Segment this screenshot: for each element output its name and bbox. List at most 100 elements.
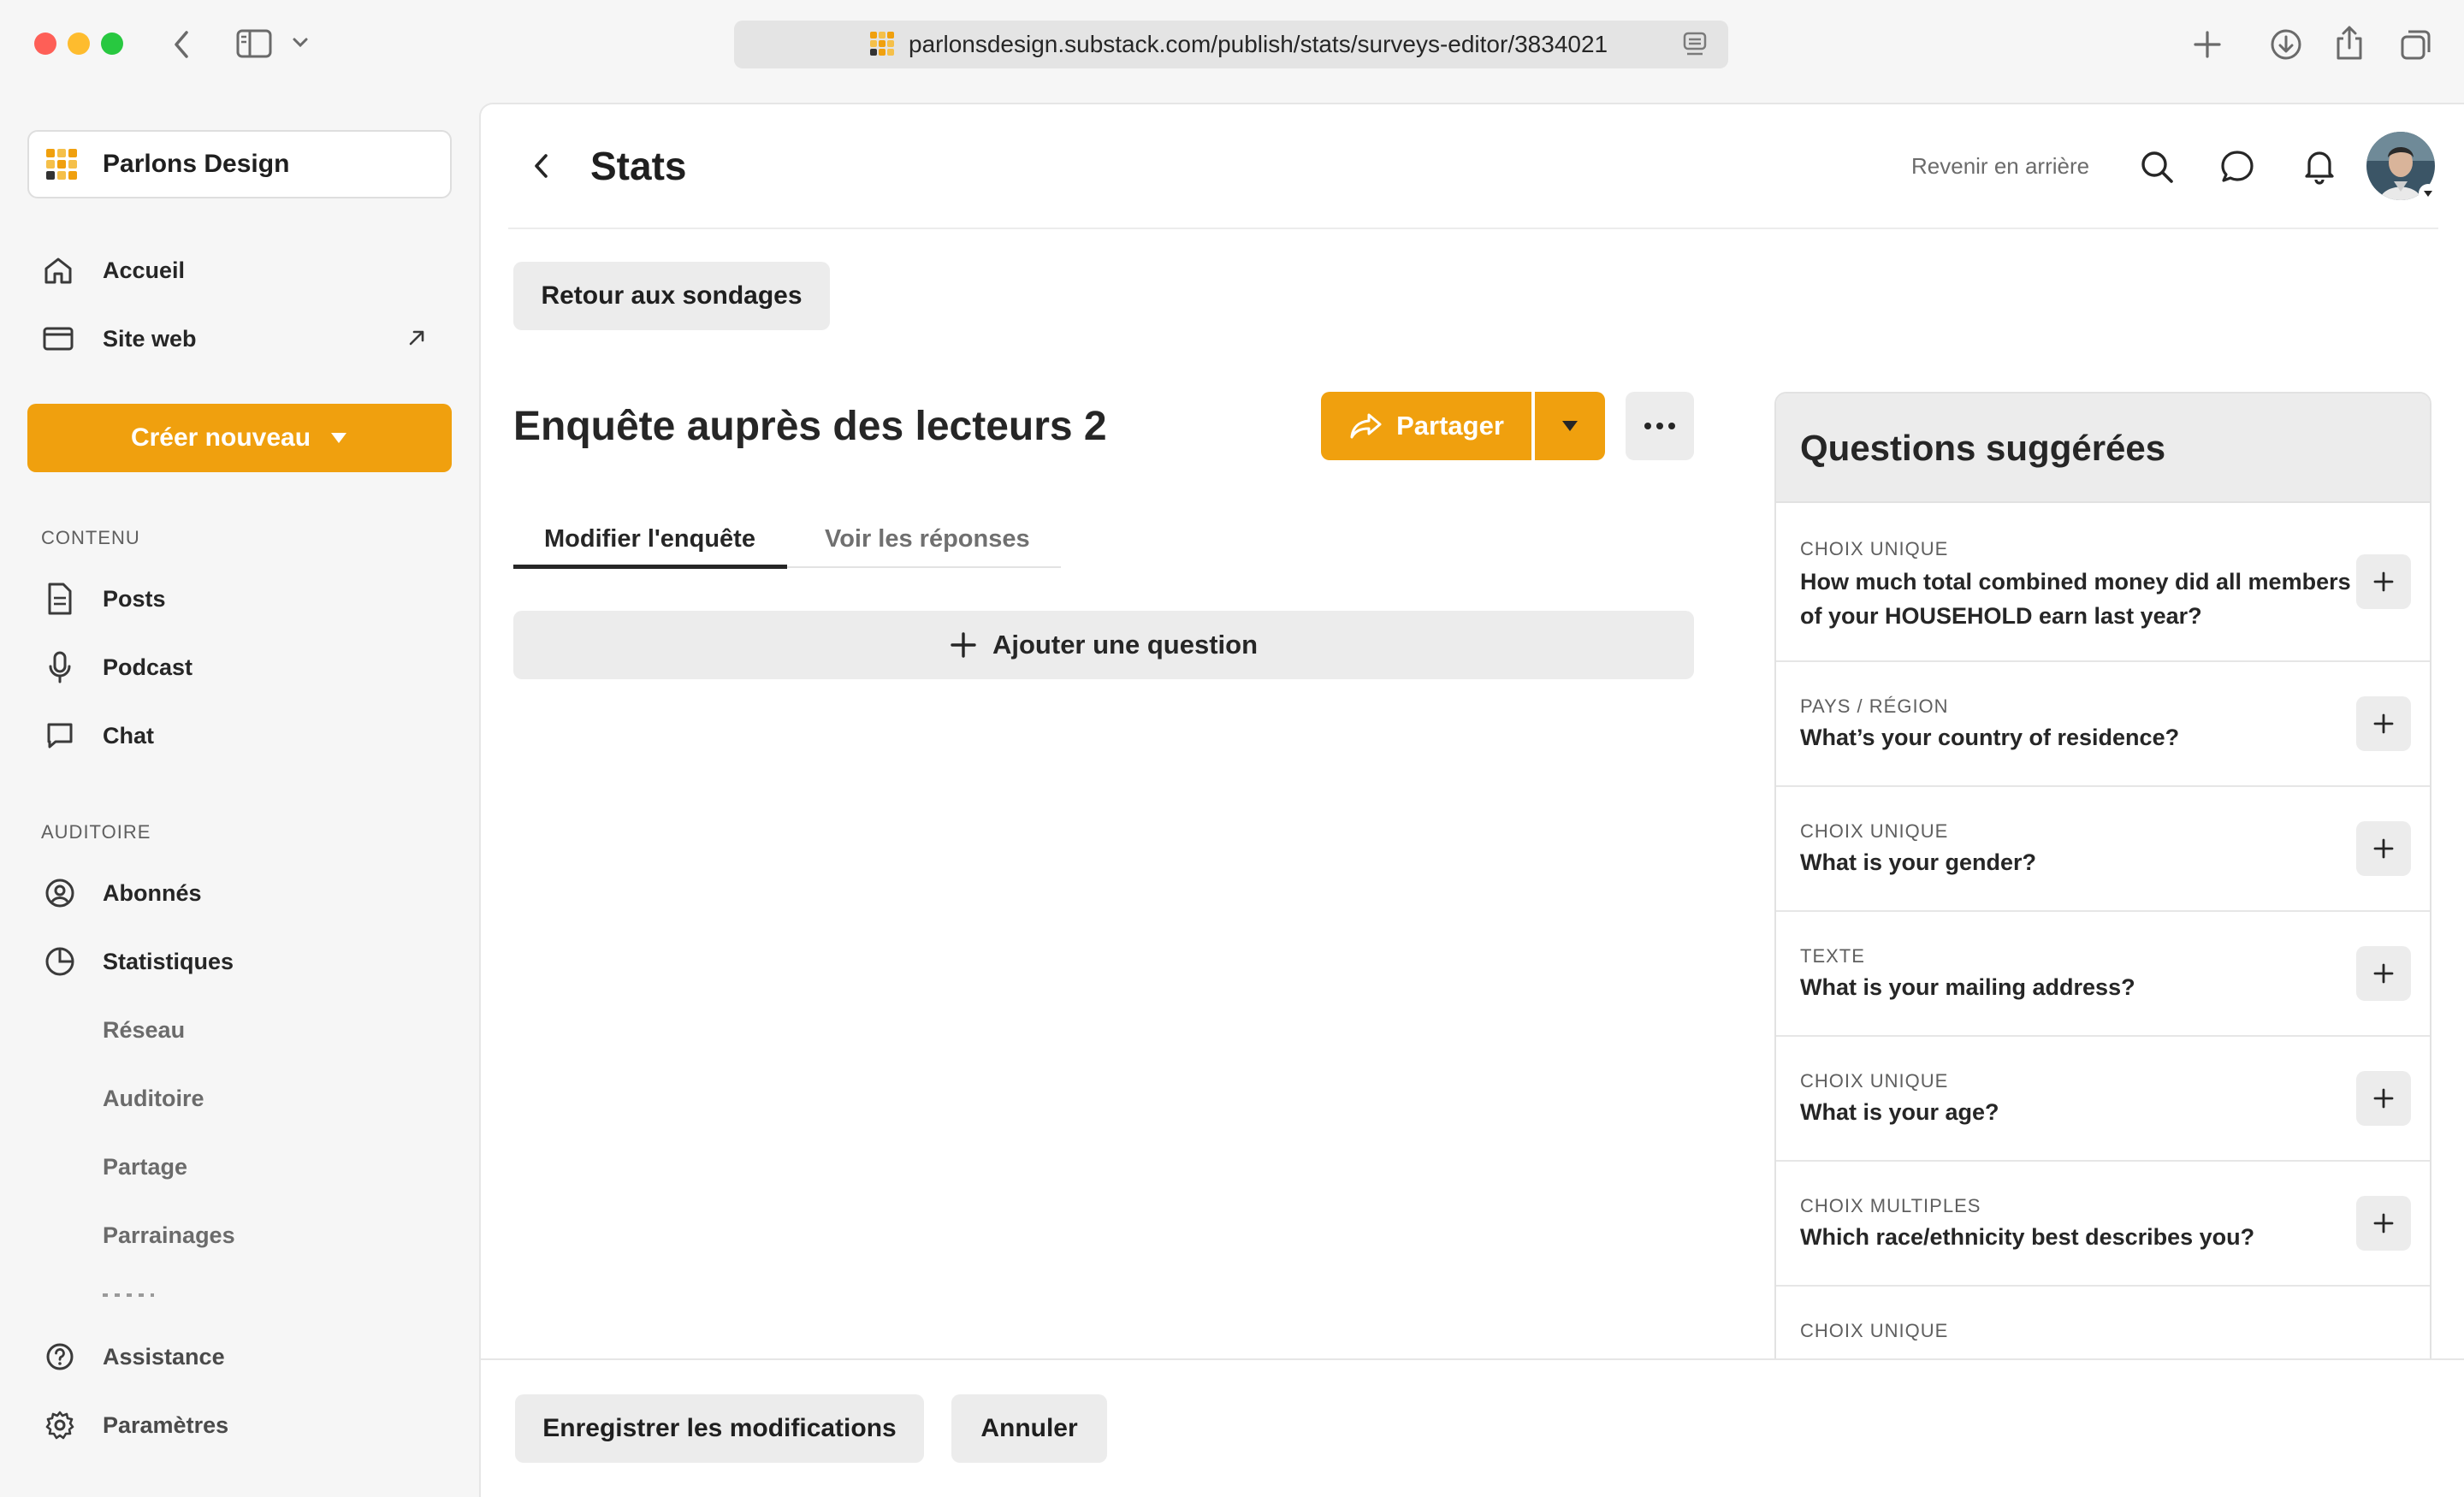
question-type: TEXTE — [1800, 945, 1865, 967]
section-label-audience: AUDITOIRE — [41, 821, 151, 843]
more-horizontal-icon — [1644, 423, 1675, 429]
active-tab-indicator — [513, 565, 787, 569]
question-type: CHOIX UNIQUE — [1800, 1320, 1949, 1341]
search-icon[interactable] — [2139, 149, 2175, 185]
sidebar-item-subscribers[interactable]: Abonnés — [103, 878, 202, 908]
tab-overview-icon[interactable] — [2399, 27, 2433, 62]
header-divider — [508, 228, 2438, 229]
question-text: What’s your country of residence? — [1800, 725, 2180, 750]
suggested-question-item: CHOIX UNIQUE What is your gender? — [1776, 787, 2430, 912]
window-zoom-button[interactable] — [101, 33, 123, 55]
sidebar-item-statistics[interactable]: Statistiques — [103, 946, 234, 977]
window-close-button[interactable] — [34, 33, 56, 55]
sidebar-item-website[interactable]: Site web — [103, 323, 197, 354]
sidebar-subitem-audience[interactable]: Auditoire — [103, 1083, 204, 1114]
share-options-button[interactable] — [1535, 392, 1605, 460]
document-icon — [44, 582, 75, 616]
sidebar-item-support[interactable]: Assistance — [103, 1341, 225, 1372]
reader-mode-icon[interactable] — [1682, 31, 1708, 58]
suggested-question-item: CHOIX MULTIPLES Which race/ethnicity bes… — [1776, 1162, 2430, 1287]
bell-icon[interactable] — [2301, 147, 2337, 185]
back-to-surveys-button[interactable]: Retour aux sondages — [513, 262, 830, 330]
plus-icon — [2373, 1213, 2394, 1234]
home-icon — [41, 253, 75, 287]
create-new-button[interactable]: Créer nouveau — [27, 404, 452, 472]
downloads-icon[interactable] — [2269, 27, 2303, 62]
publication-logo — [44, 147, 79, 181]
cancel-button[interactable]: Annuler — [951, 1394, 1107, 1463]
suggested-question-item: PAYS / RÉGION What’s your country of res… — [1776, 662, 2430, 787]
caret-down-icon — [1562, 421, 1578, 431]
website-icon — [41, 323, 75, 354]
back-arrow-icon[interactable] — [529, 149, 554, 183]
add-question-label: Ajouter une question — [992, 630, 1258, 660]
add-suggested-question-button[interactable] — [2356, 946, 2411, 1001]
sidebar-item-chat[interactable]: Chat — [103, 720, 154, 751]
share-icon[interactable] — [2334, 24, 2365, 62]
chat-bubble-icon[interactable] — [2219, 149, 2255, 185]
sidebar-subitem-network[interactable]: Réseau — [103, 1015, 185, 1045]
sidebar-item-posts[interactable]: Posts — [103, 583, 166, 614]
question-text: How much total combined money did all me… — [1800, 569, 2351, 629]
new-tab-icon[interactable] — [2190, 27, 2224, 62]
add-question-button[interactable]: Ajouter une question — [513, 611, 1694, 679]
question-text: What is your age? — [1800, 1099, 1999, 1125]
add-suggested-question-button[interactable] — [2356, 821, 2411, 876]
external-link-icon[interactable] — [406, 327, 428, 349]
plus-icon — [951, 632, 976, 658]
add-suggested-question-button[interactable] — [2356, 1196, 2411, 1251]
share-arrow-icon — [1350, 413, 1382, 439]
page-title: Stats — [590, 144, 687, 188]
sidebar-item-home[interactable]: Accueil — [103, 255, 185, 286]
sidebar-toggle-icon[interactable] — [236, 29, 272, 58]
plus-icon — [2373, 838, 2394, 859]
chat-icon — [44, 720, 75, 751]
browser-back-icon[interactable] — [169, 27, 195, 62]
question-type: PAYS / RÉGION — [1800, 695, 1949, 717]
pie-chart-icon — [44, 946, 75, 977]
tab-edit-survey[interactable]: Modifier l'enquête — [544, 522, 755, 556]
sidebar-item-podcast[interactable]: Podcast — [103, 652, 192, 683]
share-button[interactable]: Partager — [1321, 392, 1531, 460]
survey-title: Enquête auprès des lecteurs 2 — [513, 404, 1107, 449]
sidebar-menu-chevron-icon[interactable] — [291, 36, 310, 50]
tab-view-responses[interactable]: Voir les réponses — [825, 522, 1030, 556]
suggested-question-item: CHOIX UNIQUE What is your age? — [1776, 1037, 2430, 1162]
question-type: CHOIX MULTIPLES — [1800, 1195, 1981, 1216]
site-favicon-icon — [868, 29, 897, 58]
plus-icon — [2373, 571, 2394, 592]
suggested-questions-panel: Questions suggérées CHOIX UNIQUE How muc… — [1774, 392, 2431, 1360]
save-changes-button[interactable]: Enregistrer les modifications — [515, 1394, 924, 1463]
add-suggested-question-button[interactable] — [2356, 696, 2411, 751]
footer-divider — [481, 1358, 2464, 1360]
question-text: What is your gender? — [1800, 849, 2037, 875]
section-label-content: CONTENU — [41, 527, 140, 548]
sidebar-subitem-referrals[interactable]: Parrainages — [103, 1220, 235, 1251]
gear-icon — [44, 1410, 75, 1441]
avatar[interactable] — [2366, 132, 2438, 204]
sidebar-item-settings[interactable]: Paramètres — [103, 1410, 228, 1441]
caret-down-icon — [331, 433, 347, 443]
add-suggested-question-button[interactable] — [2356, 1071, 2411, 1126]
publication-name: Parlons Design — [103, 150, 290, 178]
help-circle-icon — [44, 1341, 75, 1372]
add-suggested-question-button[interactable] — [2356, 554, 2411, 609]
sidebar-subitem-clipped — [103, 1293, 154, 1299]
plus-icon — [2373, 963, 2394, 984]
question-text: Which race/ethnicity best describes you? — [1800, 1224, 2255, 1250]
question-type: CHOIX UNIQUE — [1800, 538, 1949, 559]
address-bar-url: parlonsdesign.substack.com/publish/stats… — [909, 31, 1608, 57]
question-type: CHOIX UNIQUE — [1800, 1070, 1949, 1092]
sidebar-subitem-sharing[interactable]: Partage — [103, 1151, 187, 1182]
question-text: What is your mailing address? — [1800, 974, 2135, 1000]
suggested-question-item: TEXTE What is your mailing address? — [1776, 912, 2430, 1037]
window-minimize-button[interactable] — [68, 33, 90, 55]
suggested-questions-title: Questions suggérées — [1800, 428, 2166, 468]
more-options-button[interactable] — [1626, 392, 1694, 460]
share-button-label: Partager — [1396, 411, 1504, 441]
suggested-question-item: CHOIX UNIQUE — [1776, 1287, 2430, 1358]
go-back-link[interactable]: Revenir en arrière — [1911, 151, 2089, 181]
question-type: CHOIX UNIQUE — [1800, 820, 1949, 842]
microphone-icon — [46, 650, 74, 684]
suggested-question-item: CHOIX UNIQUE How much total combined mon… — [1776, 503, 2430, 662]
